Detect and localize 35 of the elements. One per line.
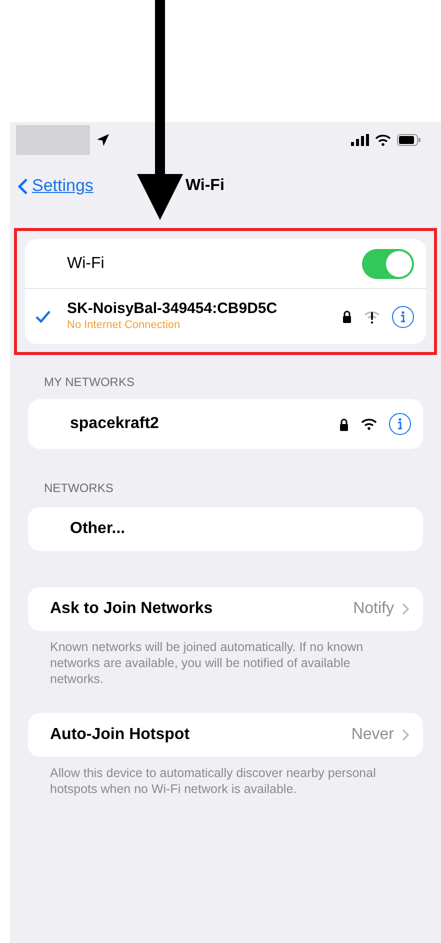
wifi-label: Wi-Fi [67,254,106,274]
network-name: SK-NoisyBal-349454:CB9D5C [67,300,278,319]
settings-row[interactable]: Ask to Join Networks Notify [28,587,423,631]
setting-label: Ask to Join Networks [50,599,214,619]
setting-footer: Known networks will be joined automatically. If no known networks are available, you will be notified of available networks. [50,639,397,687]
section-header: MY NETWORKS [44,374,136,391]
wifi-status-icon [375,134,391,146]
toggle-knob [386,250,412,276]
setting-footer: Allow this device to automatically discover nearby personal hotspots when no Wi-Fi network is available. [50,765,397,797]
network-name: spacekraft2 [70,414,160,434]
wifi-warning-icon [364,310,380,324]
setting-value: Never [351,725,394,745]
back-chevron-icon [18,178,28,194]
battery-icon [397,134,421,146]
setting-value: Notify [353,599,394,619]
wifi-icon [361,418,377,430]
location-arrow-icon [96,133,110,147]
setting-label: Auto-Join Hotspot [50,725,191,745]
info-button[interactable] [392,306,414,328]
network-name: Other... [70,519,126,539]
chevron-right-icon [402,603,409,615]
signal-icon [351,134,369,146]
chevron-right-icon [402,729,409,741]
info-icon [397,418,403,430]
network-row[interactable]: spacekraft2 [28,399,423,449]
page-title: Wi-Fi [185,176,224,196]
back-link[interactable]: Settings [18,173,94,199]
info-icon [400,310,406,322]
network-row[interactable]: SK-NoisyBal-349454:CB9D5C No Internet Connection [25,289,426,344]
settings-row[interactable]: Auto-Join Hotspot Never [28,713,423,757]
network-row[interactable]: Other... [28,507,423,551]
info-button[interactable] [389,413,411,435]
wifi-toggle[interactable] [362,248,414,278]
network-status: No Internet Connection [67,319,182,333]
section-header: NETWORKS [44,480,114,497]
